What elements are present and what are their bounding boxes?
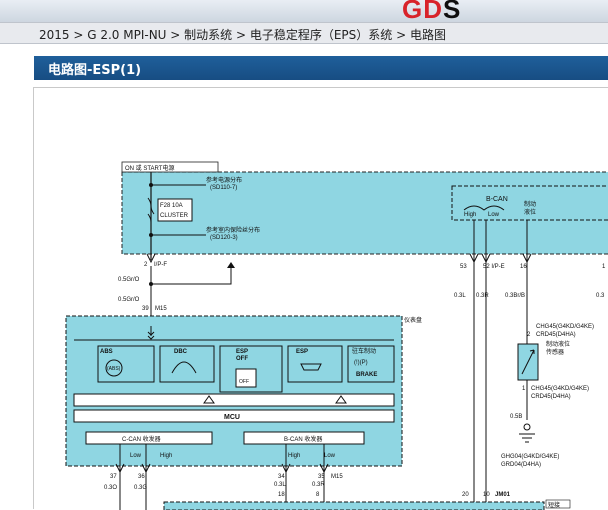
indicator-esp: ESP [296, 349, 308, 355]
pin-53: 53 [460, 264, 467, 270]
abs-icon-text: (ABS) [107, 366, 121, 372]
fuse-sub: CLUSTER [160, 213, 189, 219]
chg-top-2: CRD45(D4HA) [536, 332, 576, 338]
chg-bot-num: 1 [522, 386, 526, 392]
brake-icon: (!)(P) [354, 360, 368, 366]
ground-code-1: GHG04(G4KD/G4KE) [501, 454, 559, 460]
indicator-dbc: DBC [174, 349, 188, 355]
sensor-label-1: 制动液位 [546, 340, 570, 348]
logo-text-s: S [443, 0, 462, 24]
indicator-brake-title: 驻车制动 [352, 347, 376, 355]
driver-row [73, 393, 395, 407]
ipf-pin: 2 [144, 262, 148, 268]
esp-off-icon-text: OFF [239, 379, 249, 385]
wire-03g: 0.3G [134, 485, 147, 491]
bcan-high: High [464, 212, 476, 218]
m15-name: M15 [155, 306, 167, 312]
power-tag: ON 或 START电源 [125, 164, 174, 172]
wire-03brb: 0.3Br/B [505, 293, 525, 299]
pin-36: 36 [138, 474, 145, 480]
indicator-abs: ABS [100, 349, 113, 355]
circuit-diagram[interactable]: ON 或 START电源 参考电源分布 (SD110-7) F28 10A CL… [33, 87, 608, 510]
bcan-high-2: High [288, 453, 300, 459]
wire-03l-b: 0.3L [274, 482, 286, 488]
ref-power-code: (SD110-7) [210, 185, 237, 191]
ref-power-label: 参考电源分布 [206, 176, 242, 184]
chg-top-1: CHG45(G4KD/G4KE) [536, 324, 594, 330]
wire-05gro-2: 0.5Gr/O [118, 297, 140, 303]
ground-symbol [519, 433, 535, 443]
brake-fluid-label-1: 制动 [524, 200, 536, 208]
indicator-brake: BRAKE [356, 372, 377, 378]
cluster-label: 仪表盘 [404, 316, 422, 324]
breadcrumb: 2015 > G 2.0 MPI-NU > 制动系统 > 电子稳定程序（EPS）… [0, 22, 608, 44]
pin-20: 20 [462, 492, 469, 498]
bcan-tx-label: B-CAN 收发器 [284, 435, 322, 443]
bcan-low: Low [488, 212, 500, 218]
indicator-esp-off-2: OFF [236, 356, 248, 362]
wire-05b: 0.5B [510, 414, 522, 420]
wire-05gro-1: 0.5Gr/O [118, 277, 140, 283]
pin-35-name: M15 [331, 474, 343, 480]
page-title: 电路图-ESP(1) [48, 63, 142, 78]
chg-bot-2: CRD45(D4HA) [531, 394, 571, 400]
wire-03l: 0.3L [454, 293, 466, 299]
wire-03r: 0.3R [476, 293, 489, 299]
connector-chevrons-right [469, 253, 532, 264]
connector-label: 短接 [548, 501, 560, 509]
ccan-high: High [160, 453, 172, 459]
m15-pin: 39 [142, 306, 149, 312]
top-banner: GDS [0, 0, 608, 24]
ipf-name: I/P-F [154, 262, 167, 268]
circuit-svg: ON 或 START电源 参考电源分布 (SD110-7) F28 10A CL… [65, 161, 608, 510]
mcu-label: MCU [224, 414, 240, 421]
wire-03o: 0.3O [104, 485, 117, 491]
ground-code-2: GRD04(D4HA) [501, 462, 541, 468]
pin-edge: 1 [602, 264, 606, 270]
ccan-label: C-CAN 收发器 [122, 435, 161, 443]
sensor-label-2: 传感器 [546, 348, 564, 356]
pin-52: 52 I/P-E [483, 264, 505, 270]
arrow-up [227, 262, 235, 268]
chg-top-num: 2 [527, 332, 531, 338]
pin-35: 35 [318, 474, 325, 480]
pin-18: 18 [278, 492, 285, 498]
logo-text-gd: GD [402, 0, 443, 24]
pin-10: 10 [483, 492, 490, 498]
ccan-low: Low [130, 453, 142, 459]
ref-fuse-label: 参考室内保险丝分布 [206, 226, 260, 234]
ref-fuse-code: (SD120-3) [210, 235, 238, 241]
breadcrumb-text[interactable]: 2015 > G 2.0 MPI-NU > 制动系统 > 电子稳定程序（EPS）… [39, 26, 446, 43]
bcan-label: B-CAN [486, 196, 508, 203]
section-title-bar: 电路图-ESP(1) [34, 56, 608, 80]
pin-34: 34 [278, 474, 285, 480]
pin-8: 8 [316, 492, 320, 498]
bcan-low-2: Low [324, 453, 336, 459]
fuse-label: F28 10A [160, 203, 183, 209]
pin-37: 37 [110, 474, 117, 480]
indicator-esp-off-1: ESP [236, 349, 248, 355]
wire-03-edge: 0.3 [596, 293, 605, 299]
pin-16: 16 [520, 264, 527, 270]
ground-eyelet [523, 423, 531, 431]
brake-fluid-label-2: 液位 [524, 208, 536, 216]
jm01-label: JM01 [495, 492, 511, 498]
chg-bot-1: CHG45(G4KD/G4KE) [531, 386, 589, 392]
wire-03r-b: 0.3R [312, 482, 325, 488]
